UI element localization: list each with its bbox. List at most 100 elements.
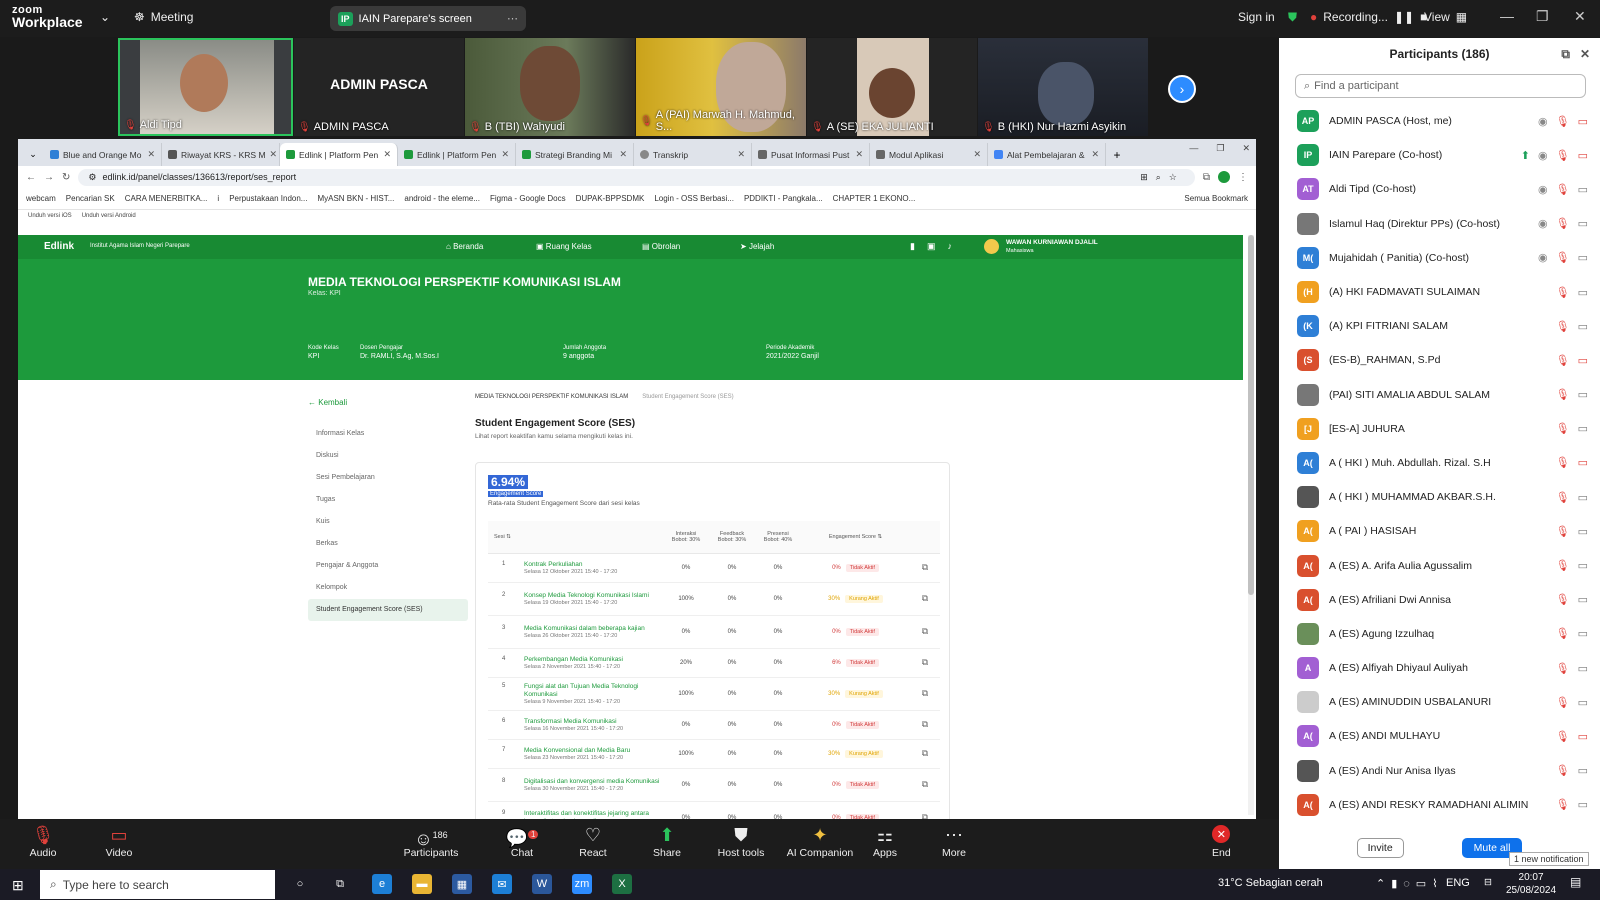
view-menu[interactable]: View ▦ <box>1424 10 1467 24</box>
participant-row[interactable]: A (ES) AMINUDDIN USBALANURI 🎙 ▭ <box>1279 685 1600 719</box>
open-external-icon[interactable]: ⧉ <box>922 779 928 789</box>
browser-tab[interactable]: Alat Pembelajaran & ✕ <box>988 143 1106 166</box>
col-sesi[interactable]: Sesi ⇅ <box>488 521 663 554</box>
forward-arrow-icon[interactable]: → <box>44 172 54 183</box>
page-scrollbar[interactable] <box>1248 235 1254 815</box>
col-interaksi[interactable]: Interaksi Bobot: 30% <box>663 521 709 554</box>
mic-off-icon[interactable]: 🎙 <box>1556 217 1570 230</box>
excel-icon[interactable]: X <box>612 874 632 894</box>
bookmark[interactable]: MyASN BKN - HIST... <box>317 194 394 203</box>
participant-row[interactable]: AP ADMIN PASCA (Host, me) ◉ 🎙 ▭ <box>1279 104 1600 138</box>
session-link[interactable]: Konsep Media Teknologi Komunikasi Islami <box>524 592 661 600</box>
video-icon[interactable]: ▭ <box>1578 559 1588 572</box>
bookmark[interactable]: CARA MENERBITKA... <box>125 194 208 203</box>
close-tab-icon[interactable]: ✕ <box>383 149 391 160</box>
participants-button[interactable]: ☺186 Participants <box>396 823 466 859</box>
browser-tab[interactable]: Transkrip ✕ <box>634 143 752 166</box>
participant-row[interactable]: A ( HKI ) MUHAMMAD AKBAR.S.H. 🎙 ▭ <box>1279 480 1600 514</box>
mic-off-icon[interactable]: 🎙 <box>1556 388 1570 401</box>
header-actions[interactable]: ▮▣♪ <box>910 241 964 252</box>
apps-button[interactable]: ⚏ Apps <box>850 823 920 859</box>
participant-row[interactable]: [J [ES-A] JUHURA 🎙 ▭ <box>1279 412 1600 446</box>
video-tile[interactable]: ADMIN PASCA 🎙 ADMIN PASCA <box>294 38 464 136</box>
video-tile[interactable]: 🎙 A (PAI) Marwah H. Mahmud, S... <box>636 38 806 136</box>
language-indicator[interactable]: ENG <box>1446 877 1470 889</box>
mic-off-icon[interactable]: 🎙 <box>1556 730 1570 743</box>
cortana-icon[interactable]: ○ <box>290 874 310 894</box>
browser-menu-icon[interactable]: ⋮ <box>1238 172 1248 183</box>
bookmark[interactable]: DUPAK-BPPSDMK <box>576 194 645 203</box>
close-tab-icon[interactable]: ✕ <box>147 149 155 160</box>
nav-classroom[interactable]: ▣ Ruang Kelas <box>536 242 592 251</box>
more-button[interactable]: ⋯ More <box>919 823 989 859</box>
col-presensi[interactable]: Presensi Bobot: 40% <box>755 521 801 554</box>
tab-search-icon[interactable]: ⌄ <box>22 143 44 166</box>
video-tile[interactable]: 🎙 B (TBI) Wahyudi <box>465 38 635 136</box>
open-external-icon[interactable]: ⧉ <box>922 562 928 572</box>
close-tab-icon[interactable]: ✕ <box>1091 149 1099 160</box>
close-icon[interactable]: ✕ <box>1580 47 1590 61</box>
participant-row[interactable]: IP IAIN Parepare (Co-host) ⬆ ◉ 🎙 ▭ <box>1279 138 1600 172</box>
mic-off-icon[interactable]: 🎙 <box>1556 627 1570 640</box>
video-icon[interactable]: ▭ <box>1578 525 1588 538</box>
session-link[interactable]: Transformasi Media Komunikasi <box>524 718 661 726</box>
close-tab-icon[interactable]: ✕ <box>855 149 863 160</box>
sidebar-item-ses[interactable]: Student Engagement Score (SES) <box>308 599 468 621</box>
mic-off-icon[interactable]: 🎙 <box>1556 149 1570 162</box>
chat-button[interactable]: 💬 1 Chat <box>487 823 557 859</box>
nav-explore[interactable]: ➤ Jelajah <box>740 242 774 251</box>
open-external-icon[interactable]: ⧉ <box>922 593 928 603</box>
close-tab-icon[interactable]: ✕ <box>619 149 627 160</box>
back-link[interactable]: ← Kembali <box>308 398 468 407</box>
participant-row[interactable]: (PAI) SITI AMALIA ABDUL SALAM 🎙 ▭ <box>1279 378 1600 412</box>
video-off-icon[interactable]: ▭ <box>1578 149 1588 162</box>
browser-tab[interactable]: Strategi Branding Mi ✕ <box>516 143 634 166</box>
participant-row[interactable]: M(Mujahidah ( Panitia) (Co-host) ◉ 🎙 ▭ <box>1279 241 1600 275</box>
video-icon[interactable]: ▭ <box>1578 286 1588 299</box>
mic-off-icon[interactable]: 🎙 <box>1556 491 1570 504</box>
extensions-icon[interactable]: ⧉ <box>1203 172 1210 183</box>
open-external-icon[interactable]: ⧉ <box>922 657 928 667</box>
open-external-icon[interactable]: ⧉ <box>922 748 928 758</box>
user-avatar[interactable] <box>984 239 999 254</box>
participant-row[interactable]: A(A ( PAI ) HASISAH 🎙 ▭ <box>1279 514 1600 548</box>
open-external-icon[interactable]: ⧉ <box>922 812 928 819</box>
bookmark[interactable]: CHAPTER 1 EKONO... <box>833 194 916 203</box>
task-view-icon[interactable]: ⧉ <box>330 874 350 894</box>
bookmark[interactable]: i <box>217 194 219 203</box>
video-icon[interactable]: ▭ <box>1578 491 1588 504</box>
close-tab-icon[interactable]: ✕ <box>270 149 278 160</box>
download-android-link[interactable]: Unduh versi Android <box>82 213 136 219</box>
download-ios-link[interactable]: Unduh versi iOS <box>28 213 72 219</box>
mic-off-icon[interactable]: 🎙 <box>1556 422 1570 435</box>
browser-tab[interactable]: Pusat Informasi Pust ✕ <box>752 143 870 166</box>
video-icon[interactable]: ▭ <box>1578 593 1588 606</box>
bookmark[interactable]: Pencarian SK <box>66 194 115 203</box>
session-link[interactable]: Media Konvensional dan Media Baru <box>524 747 661 755</box>
video-icon[interactable]: ▭ <box>1578 798 1588 811</box>
file-explorer-icon[interactable]: ▬ <box>412 874 432 894</box>
bookmark[interactable]: PDDIKTI - Pangkala... <box>744 194 823 203</box>
host-tools-button[interactable]: ⛊ Host tools <box>706 823 776 859</box>
video-icon[interactable]: ▭ <box>1578 388 1588 401</box>
edge-icon[interactable]: e <box>372 874 392 894</box>
close-icon[interactable]: ✕ <box>1574 8 1586 25</box>
video-icon[interactable]: ▭ <box>1578 662 1588 675</box>
open-external-icon[interactable]: ⧉ <box>922 719 928 729</box>
clock[interactable]: 20:07 25/08/2024 <box>1506 871 1556 897</box>
session-link[interactable]: Interaktifitas dan konektifitas jejaring… <box>524 810 661 820</box>
mic-off-icon[interactable]: 🎙 <box>1556 559 1570 572</box>
sidebar-item-files[interactable]: Berkas <box>308 533 468 555</box>
close-icon[interactable]: ✕ <box>1242 143 1250 154</box>
react-button[interactable]: ♡ React <box>558 823 628 859</box>
browser-tab[interactable]: Riwayat KRS - KRS M ✕ <box>162 143 280 166</box>
video-tile[interactable]: 🎙 A (SE) EKA JULIANTI <box>807 38 977 136</box>
edlink-logo[interactable]: Edlink <box>44 241 74 252</box>
mic-off-icon[interactable]: 🎙 <box>1556 662 1570 675</box>
mic-off-icon[interactable]: 🎙 <box>1556 354 1570 367</box>
participant-row[interactable]: A(A (ES) ANDI MULHAYU 🎙 ▭ <box>1279 719 1600 753</box>
weather-widget[interactable]: 31°C Sebagian cerah <box>1218 877 1323 889</box>
nav-chat[interactable]: ▤ Obrolan <box>642 242 680 251</box>
mic-off-icon[interactable]: 🎙 <box>1556 798 1570 811</box>
windows-start-icon[interactable]: ⊞ <box>12 877 24 894</box>
